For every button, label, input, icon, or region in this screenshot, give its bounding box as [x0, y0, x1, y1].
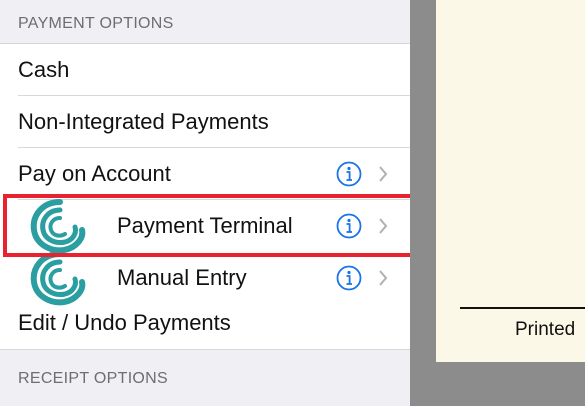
- non-integrated-payments-label: Non-Integrated Payments: [18, 109, 269, 134]
- info-icon[interactable]: [336, 161, 362, 187]
- payment-terminal-label: Payment Terminal: [117, 213, 293, 238]
- payment-terminal-row[interactable]: Payment Terminal: [0, 199, 410, 254]
- chevron-right-icon: [379, 218, 388, 234]
- edit-undo-payments-row[interactable]: Edit / Undo Payments: [0, 297, 410, 349]
- info-icon[interactable]: [336, 213, 362, 239]
- printed-text: Printed: [515, 319, 576, 340]
- chevron-right-icon: [379, 166, 388, 182]
- cash-label: Cash: [18, 57, 70, 82]
- pay-on-account-row[interactable]: Pay on Account: [0, 148, 410, 200]
- cash-row[interactable]: Cash: [0, 44, 410, 96]
- info-icon[interactable]: [336, 265, 362, 291]
- receipt-rule: [460, 307, 585, 309]
- payment-options-header: PAYMENT OPTIONS: [0, 0, 410, 44]
- swirl-logo-icon: [30, 199, 86, 254]
- chevron-right-icon: [379, 270, 388, 286]
- pay-on-account-label: Pay on Account: [18, 161, 171, 186]
- edit-undo-payments-label: Edit / Undo Payments: [18, 310, 231, 335]
- receipt-preview: Printed: [436, 0, 585, 362]
- receipt-options-header: RECEIPT OPTIONS: [0, 349, 410, 406]
- payment-panel: PAYMENT OPTIONS Cash Non-Integrated Paym…: [0, 0, 410, 406]
- panel-divider: [410, 0, 436, 406]
- non-integrated-payments-row[interactable]: Non-Integrated Payments: [0, 96, 410, 148]
